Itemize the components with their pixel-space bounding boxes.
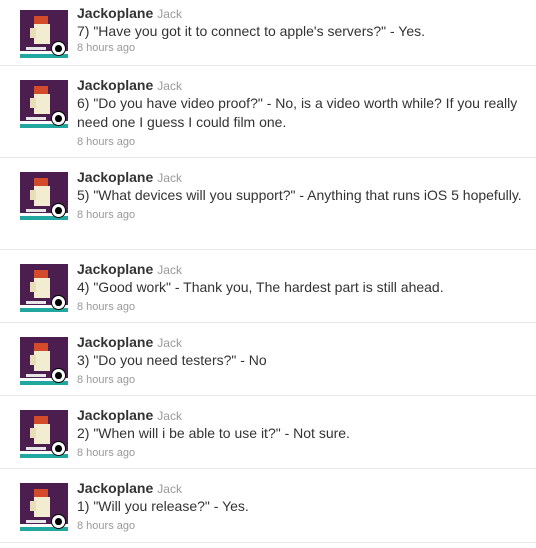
tweet-item[interactable]: Jackoplane Jack 1) "Will you release?" - … bbox=[0, 469, 536, 543]
screen-name[interactable]: Jack bbox=[157, 79, 182, 93]
username[interactable]: Jackoplane bbox=[77, 334, 153, 350]
tweet-timeline: Jackoplane Jack 7) "Have you got it to co… bbox=[0, 0, 536, 548]
tweet-text: 2) "When will i be able to use it?" - No… bbox=[77, 425, 350, 441]
tweet-text: 3) "Do you need testers?" - No bbox=[77, 352, 267, 368]
username[interactable]: Jackoplane bbox=[77, 77, 153, 93]
tweet-text: 4) "Good work" - Thank you, The hardest … bbox=[77, 279, 444, 295]
apple-logo-icon bbox=[51, 203, 66, 218]
avatar[interactable] bbox=[20, 483, 68, 531]
apple-logo-icon bbox=[51, 111, 66, 126]
username[interactable]: Jackoplane bbox=[77, 261, 153, 277]
username[interactable]: Jackoplane bbox=[77, 5, 153, 21]
screen-name[interactable]: Jack bbox=[157, 7, 182, 21]
timestamp[interactable]: 8 hours ago bbox=[77, 207, 528, 223]
avatar[interactable] bbox=[20, 172, 68, 220]
avatar[interactable] bbox=[20, 264, 68, 312]
apple-logo-icon bbox=[51, 41, 66, 56]
tweet-item[interactable]: Jackoplane Jack 6) "Do you have video pro… bbox=[0, 66, 536, 158]
timestamp[interactable]: 8 hours ago bbox=[77, 299, 528, 315]
apple-logo-icon bbox=[51, 295, 66, 310]
apple-logo-icon bbox=[51, 514, 66, 529]
apple-logo-icon bbox=[51, 441, 66, 456]
username[interactable]: Jackoplane bbox=[77, 480, 153, 496]
avatar[interactable] bbox=[20, 80, 68, 128]
timestamp[interactable]: 8 hours ago bbox=[77, 134, 528, 150]
screen-name[interactable]: Jack bbox=[157, 482, 182, 496]
tweet-item[interactable]: Jackoplane Jack 7) "Have you got it to co… bbox=[0, 0, 536, 66]
screen-name[interactable]: Jack bbox=[157, 171, 182, 185]
avatar[interactable] bbox=[20, 337, 68, 385]
apple-logo-icon bbox=[51, 368, 66, 383]
tweet-item[interactable]: Jackoplane Jack 2) "When will i be able t… bbox=[0, 396, 536, 469]
username[interactable]: Jackoplane bbox=[77, 407, 153, 423]
timestamp[interactable]: 8 hours ago bbox=[77, 372, 528, 388]
timestamp[interactable]: 8 hours ago bbox=[77, 40, 528, 56]
timestamp[interactable]: 8 hours ago bbox=[77, 518, 528, 534]
timestamp[interactable]: 8 hours ago bbox=[77, 445, 528, 461]
username[interactable]: Jackoplane bbox=[77, 169, 153, 185]
avatar[interactable] bbox=[20, 410, 68, 458]
screen-name[interactable]: Jack bbox=[157, 263, 182, 277]
tweet-text: 7) "Have you got it to connect to apple'… bbox=[77, 23, 426, 39]
tweet-item[interactable]: Jackoplane Jack 5) "What devices will you… bbox=[0, 158, 536, 250]
tweet-text: 5) "What devices will you support?" - An… bbox=[77, 187, 522, 203]
avatar[interactable] bbox=[20, 10, 68, 58]
screen-name[interactable]: Jack bbox=[157, 336, 182, 350]
tweet-text: 1) "Will you release?" - Yes. bbox=[77, 498, 249, 514]
tweet-item[interactable]: Jackoplane Jack 4) "Good work" - Thank yo… bbox=[0, 250, 536, 323]
tweet-item[interactable]: Jackoplane Jack 3) "Do you need testers?"… bbox=[0, 323, 536, 396]
screen-name[interactable]: Jack bbox=[157, 409, 182, 423]
tweet-text: 6) "Do you have video proof?" - No, is a… bbox=[77, 95, 518, 130]
